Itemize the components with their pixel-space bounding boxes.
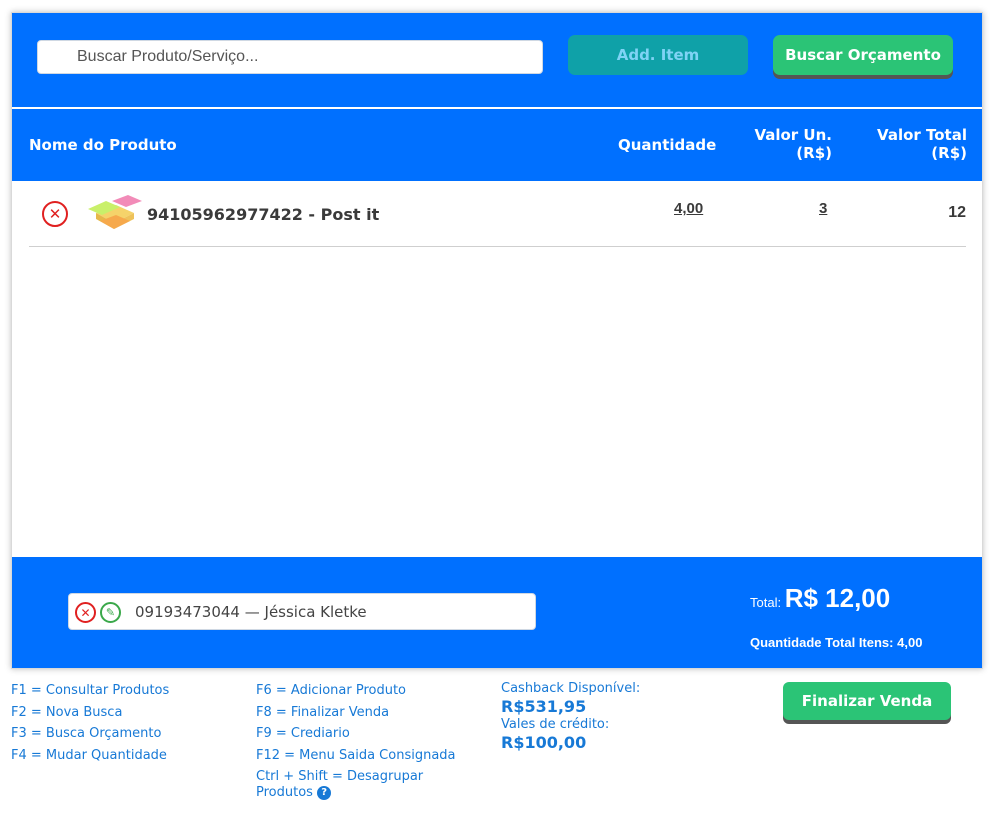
header-total-value: Valor Total (R$)	[867, 126, 967, 162]
table-header: Nome do Produto Quantidade Valor Un. (R$…	[12, 109, 982, 181]
total-label: Total:	[750, 595, 782, 610]
search-bar: Add. Item Buscar Orçamento	[12, 13, 982, 107]
qty-total-label: Quantidade Total Itens:	[750, 635, 894, 650]
header-total-value-line1: Valor Total	[877, 126, 967, 144]
product-name: 94105962977422 - Post it	[147, 205, 380, 224]
shortcut-f3: F3 = Busca Orçamento	[11, 726, 162, 741]
shortcut-f2: F2 = Nova Busca	[11, 704, 123, 720]
cashback-value: R$531,95	[501, 697, 587, 716]
totals-footer: ✕ ✎ 09193473044 — Jéssica Kletke Total: …	[12, 557, 982, 668]
question-circle-icon[interactable]: ?	[317, 785, 332, 800]
shortcut-f8: F8 = Finalizar Venda	[256, 704, 390, 720]
buscar-orcamento-button[interactable]: Buscar Orçamento	[773, 35, 953, 75]
shortcut-ctrl-shift-line2-text: Produtos	[256, 785, 313, 800]
shortcut-f12: F12 = Menu Saida Consignada	[256, 747, 456, 763]
finalizar-venda-button[interactable]: Finalizar Venda	[783, 682, 951, 720]
header-unit-value-line1: Valor Un.	[754, 126, 832, 144]
sale-panel: Add. Item Buscar Orçamento Nome do Produ…	[11, 12, 983, 669]
credit-info: Cashback Disponível: R$531,95 Vales de c…	[501, 681, 640, 753]
client-field[interactable]: ✕ ✎ 09193473044 — Jéssica Kletke	[68, 593, 536, 630]
cashback-label: Cashback Disponível:	[501, 681, 641, 696]
header-unit-value: Valor Un. (R$)	[732, 126, 832, 162]
close-circle-icon[interactable]: ✕	[42, 201, 68, 227]
pencil-icon[interactable]: ✎	[100, 602, 121, 623]
add-item-button[interactable]: Add. Item	[568, 35, 748, 75]
shortcuts-column-1: F1 = Consultar Produtos F2 = Nova Busca …	[11, 680, 169, 766]
quantity-total: Quantidade Total Itens: 4,00	[750, 635, 922, 650]
shortcuts-column-2: F6 = Adicionar Produto F8 = Finalizar Ve…	[256, 680, 456, 801]
vales-value: R$100,00	[501, 733, 587, 752]
qty-total-value: 4,00	[897, 635, 923, 650]
shortcut-f9: F9 = Crediario	[256, 726, 350, 741]
shortcut-ctrl-shift-line2: Produtos ?	[256, 785, 456, 801]
client-text: 09193473044 — Jéssica Kletke	[135, 603, 367, 621]
shortcut-f4: F4 = Mudar Quantidade	[11, 747, 167, 763]
header-unit-value-line2: (R$)	[796, 144, 832, 162]
vales-label: Vales de crédito:	[501, 717, 610, 732]
search-input[interactable]	[37, 40, 543, 74]
header-name: Nome do Produto	[29, 136, 177, 154]
post-it-product-image	[88, 195, 142, 229]
unit-value-link[interactable]: 3	[819, 200, 827, 217]
total-amount: Total: R$ 12,00	[750, 583, 890, 614]
table-row: ✕ 94105962977422 - Post it 4,00 3 12	[29, 181, 966, 247]
quantity-link[interactable]: 4,00	[674, 200, 703, 217]
shortcut-f1: F1 = Consultar Produtos	[11, 683, 170, 698]
header-quantity: Quantidade	[618, 136, 717, 154]
header-total-value-line2: (R$)	[931, 144, 967, 162]
close-circle-icon[interactable]: ✕	[75, 602, 96, 623]
total-value: R$ 12,00	[784, 583, 891, 613]
shortcut-ctrl-shift: Ctrl + Shift = Desagrupar Produtos ?	[256, 769, 456, 801]
shortcut-f6: F6 = Adicionar Produto	[256, 683, 406, 698]
row-total: 12	[948, 204, 966, 221]
shortcut-ctrl-shift-line1: Ctrl + Shift = Desagrupar	[256, 769, 424, 784]
